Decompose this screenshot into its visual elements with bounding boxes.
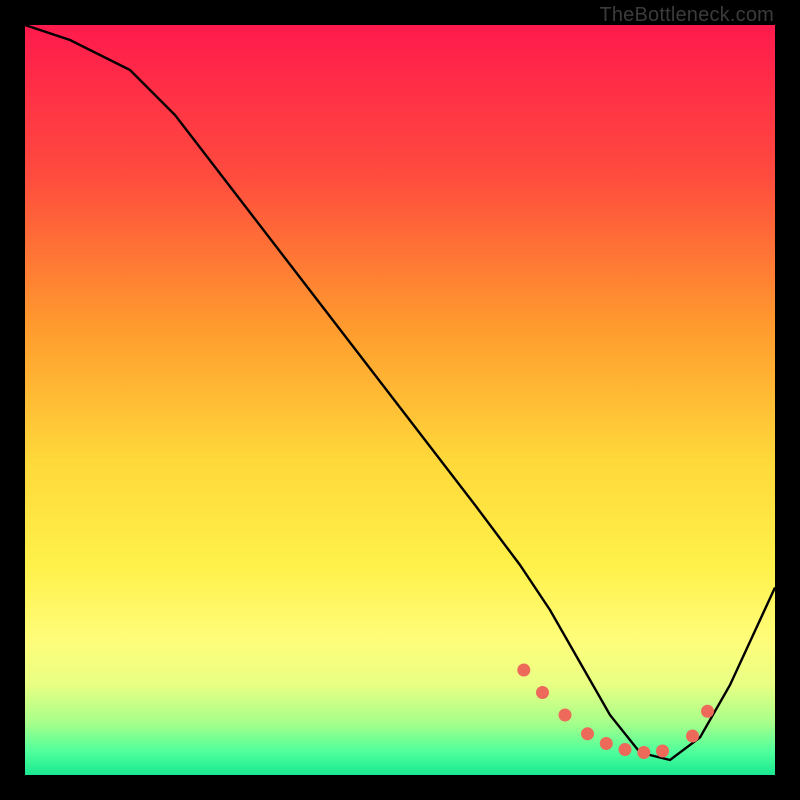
marker-dot [536,686,549,699]
bottleneck-curve [25,25,775,760]
marker-dot [686,730,699,743]
marker-dots [517,664,714,760]
plot-area [25,25,775,775]
chart-container: TheBottleneck.com [0,0,800,800]
marker-dot [656,745,669,758]
watermark-text: TheBottleneck.com [599,4,774,27]
curve-layer [25,25,775,775]
marker-dot [559,709,572,722]
marker-dot [701,705,714,718]
marker-dot [619,743,632,756]
marker-dot [517,664,530,677]
marker-dot [600,737,613,750]
marker-dot [637,746,650,759]
marker-dot [581,727,594,740]
